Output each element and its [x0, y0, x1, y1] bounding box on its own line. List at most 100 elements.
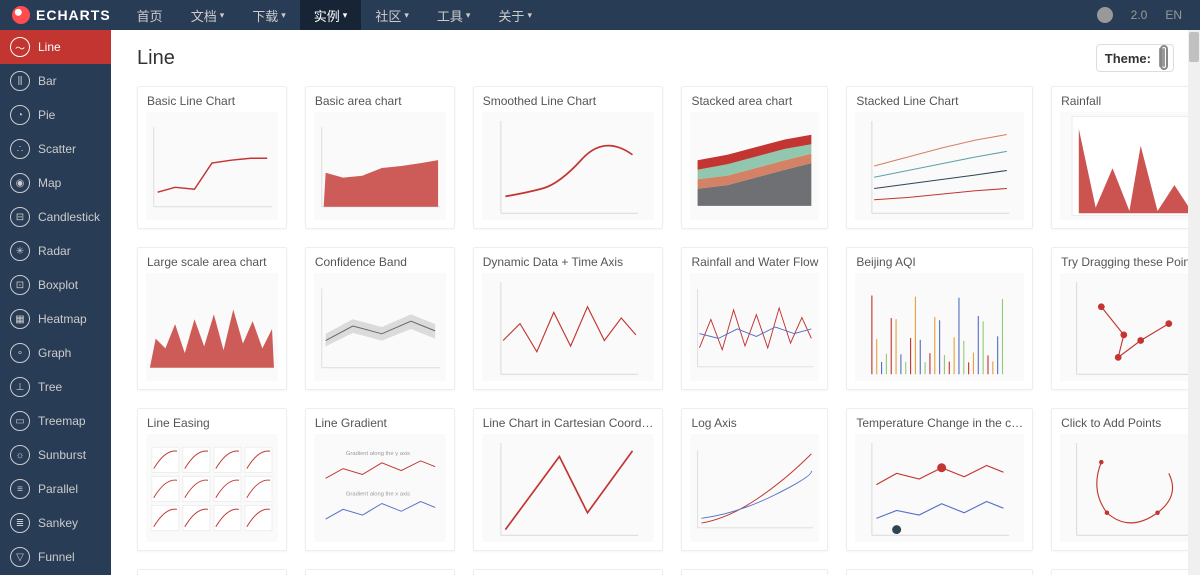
example-card[interactable]: Confidence Band	[305, 247, 455, 390]
card-thumbnail	[482, 434, 655, 542]
card-title: Try Dragging these Points	[1052, 248, 1200, 269]
scrollbar-thumb[interactable]	[1189, 32, 1199, 62]
example-card[interactable]: Line Gradient Gradient along the y axisGr…	[305, 408, 455, 551]
example-card[interactable]: Large scale area chart	[137, 247, 287, 390]
card-thumbnail	[855, 434, 1024, 542]
card-title: Stacked Line Chart	[847, 87, 1032, 108]
logo-icon	[12, 6, 30, 24]
example-card[interactable]: Log Axis	[681, 408, 828, 551]
example-card[interactable]: Basic Line Chart	[137, 86, 287, 229]
card-title: Line Easing	[138, 409, 286, 430]
card-thumbnail	[855, 112, 1024, 220]
page-title: Line	[137, 47, 175, 70]
example-card[interactable]: Rainfall and Water Flow	[681, 247, 828, 390]
sidebar-item-sunburst[interactable]: ☼Sunburst	[0, 438, 111, 472]
example-card[interactable]: Two Value-Axes in Polar	[305, 569, 455, 575]
example-card[interactable]: Basic area chart	[305, 86, 455, 229]
caret-down-icon: ▾	[281, 10, 286, 21]
card-title: Log Axis	[682, 409, 827, 430]
nav-item-4[interactable]: 社区▾	[361, 0, 423, 30]
card-title: Rainfall	[1052, 87, 1200, 108]
sidebar-item-map[interactable]: ◉Map	[0, 166, 111, 200]
card-title: Stacked area chart	[682, 87, 827, 108]
box-icon: ⊡	[10, 275, 30, 295]
sidebar-item-label: Graph	[38, 346, 71, 360]
github-icon[interactable]	[1097, 7, 1113, 23]
sidebar-item-candlestick[interactable]: ⊟Candlestick	[0, 200, 111, 234]
brand-logo[interactable]: ECHARTS	[0, 6, 123, 24]
sidebar-item-sankey[interactable]: ≣Sankey	[0, 506, 111, 540]
card-title: Temperature Change in the c…	[847, 409, 1032, 430]
example-card[interactable]: Rainfall	[1051, 86, 1200, 229]
version-link[interactable]: 2.0	[1131, 8, 1148, 22]
nav-item-2[interactable]: 下载▾	[238, 0, 300, 30]
example-card[interactable]: Click to Add Points	[1051, 408, 1200, 551]
main-content: Line Theme: Basic Line ChartBasic area c…	[111, 30, 1200, 575]
card-title: Line Chart in Cartesian Coord…	[474, 409, 663, 430]
card-thumbnail	[146, 273, 278, 381]
sidebar-item-parallel[interactable]: ≡Parallel	[0, 472, 111, 506]
card-thumbnail	[146, 434, 278, 542]
sidebar-item-label: Bar	[38, 74, 57, 88]
example-card[interactable]: Tooltip and DataZoom on Mo…	[1051, 569, 1200, 575]
example-card[interactable]: Dynamic Data + Time Axis	[473, 247, 664, 390]
card-thumbnail: Gradient along the y axisGradient along …	[314, 434, 446, 542]
lang-toggle[interactable]: EN	[1165, 8, 1182, 22]
svg-text:Gradient along the x axis: Gradient along the x axis	[346, 492, 410, 498]
sidebar-item-pie[interactable]: ◔Pie	[0, 98, 111, 132]
card-title: Line Gradient	[306, 409, 454, 430]
theme-swatch-dark[interactable]	[1163, 48, 1165, 67]
card-title: Beijing AQI	[847, 248, 1032, 269]
example-card[interactable]: Stacked area chart	[681, 86, 828, 229]
sidebar-item-label: Scatter	[38, 142, 76, 156]
example-card[interactable]: Distribution of Electricity	[473, 569, 664, 575]
caret-down-icon: ▾	[343, 10, 348, 21]
card-thumbnail	[482, 273, 655, 381]
sidebar-item-tree[interactable]: ⊥Tree	[0, 370, 111, 404]
card-thumbnail	[146, 112, 278, 220]
card-title: Basic Line Chart	[138, 87, 286, 108]
nav-item-0[interactable]: 首页	[123, 0, 177, 30]
sidebar-item-line[interactable]: 〜Line	[0, 30, 111, 64]
example-card[interactable]: Temperature Change in the c…	[846, 408, 1033, 551]
sidebar-item-radar[interactable]: ✳ Radar	[0, 234, 111, 268]
example-card[interactable]: Line Easing	[137, 408, 287, 551]
example-card[interactable]: Smoothed Line Chart	[473, 86, 664, 229]
para-icon: ≡	[10, 479, 30, 499]
nav-item-5[interactable]: 工具▾	[423, 0, 485, 30]
bar-icon: ⫼	[10, 71, 30, 91]
card-thumbnail	[855, 273, 1024, 381]
sidebar-item-label: Line	[38, 40, 61, 54]
example-card[interactable]: Line Style and Item Style	[846, 569, 1033, 575]
brand-text: ECHARTS	[36, 7, 111, 23]
nav-item-6[interactable]: 关于▾	[484, 0, 546, 30]
sidebar-item-bar[interactable]: ⫼ Bar	[0, 64, 111, 98]
sidebar-item-label: Funnel	[38, 550, 75, 564]
card-thumbnail	[1060, 434, 1200, 542]
example-card[interactable]: Two Value-Axes in Polar	[137, 569, 287, 575]
radar-icon: ✳	[10, 241, 30, 261]
sidebar-item-label: Treemap	[38, 414, 86, 428]
sidebar-item-heatmap[interactable]: ▦Heatmap	[0, 302, 111, 336]
sidebar-item-treemap[interactable]: ▭Treemap	[0, 404, 111, 438]
example-card[interactable]: Line Chart in Cartesian Coord…	[473, 408, 664, 551]
sidebar-item-scatter[interactable]: ∴Scatter	[0, 132, 111, 166]
sidebar-item-graph[interactable]: ∘Graph	[0, 336, 111, 370]
example-card[interactable]: Step Line	[681, 569, 828, 575]
sidebar-item-funnel[interactable]: ▽Funnel	[0, 540, 111, 574]
sidebar-item-label: Candlestick	[38, 210, 100, 224]
example-card[interactable]: Beijing AQI	[846, 247, 1033, 390]
card-title: Two Value-Axes in Polar	[138, 570, 286, 575]
sidebar-item-label: Boxplot	[38, 278, 78, 292]
card-title: Smoothed Line Chart	[474, 87, 663, 108]
nav-item-3[interactable]: 实例▾	[300, 0, 362, 30]
nav-item-1[interactable]: 文档▾	[177, 0, 239, 30]
sidebar-item-label: Radar	[38, 244, 71, 258]
example-card[interactable]: Stacked Line Chart	[846, 86, 1033, 229]
sidebar-item-label: Sankey	[38, 516, 78, 530]
scrollbar[interactable]	[1188, 30, 1200, 575]
sidebar-item-boxplot[interactable]: ⊡ Boxplot	[0, 268, 111, 302]
example-card[interactable]: Try Dragging these Points	[1051, 247, 1200, 390]
card-title: Distribution of Electricity	[474, 570, 663, 575]
sidebar-item-label: Tree	[38, 380, 62, 394]
